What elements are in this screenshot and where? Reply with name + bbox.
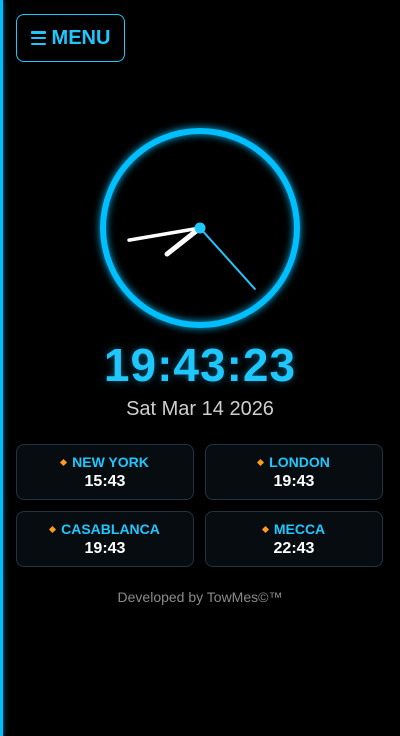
diamond-icon [49,525,57,533]
city-name-label: CASABLANCA [61,521,160,537]
world-clock-city: LONDON [206,454,382,470]
city-name-label: LONDON [269,454,330,470]
hamburger-icon [30,31,46,45]
city-time: 15:43 [84,473,126,490]
world-clock-city: CASABLANCA [17,521,193,537]
city-time: 19:43 [273,473,315,490]
city-name-label: MECCA [273,521,326,537]
world-clock-city: NEW YORK [17,454,193,470]
analog-clock [98,126,302,330]
world-clock-card: CASABLANCA 19:43 [16,511,194,567]
diamond-icon [60,458,68,466]
clock-center-dot [194,222,206,234]
diamond-icon [257,458,265,466]
clock-screen: MENU 19:43:23 Sat Mar 14 2026 NEW YORK 1… [0,0,400,736]
world-clock-card: MECCA 22:43 [205,511,383,567]
world-clock-card: LONDON 19:43 [205,444,383,500]
digital-time: 19:43:23 [103,339,297,391]
city-time: 22:43 [273,540,315,557]
developer-credit: Developed by TowMes©™ [117,589,283,605]
date-text: Sat Mar 14 2026 [126,398,274,420]
city-name-label: NEW YORK [72,454,149,470]
menu-button-label: MENU [51,26,111,49]
analog-clock-face [100,128,300,328]
diamond-icon [261,525,269,533]
city-time: 19:43 [84,540,126,557]
menu-button[interactable]: MENU [16,14,125,62]
world-clock-card: NEW YORK 15:43 [16,444,194,500]
world-clock-city: MECCA [206,521,382,537]
second-hand [199,227,256,290]
